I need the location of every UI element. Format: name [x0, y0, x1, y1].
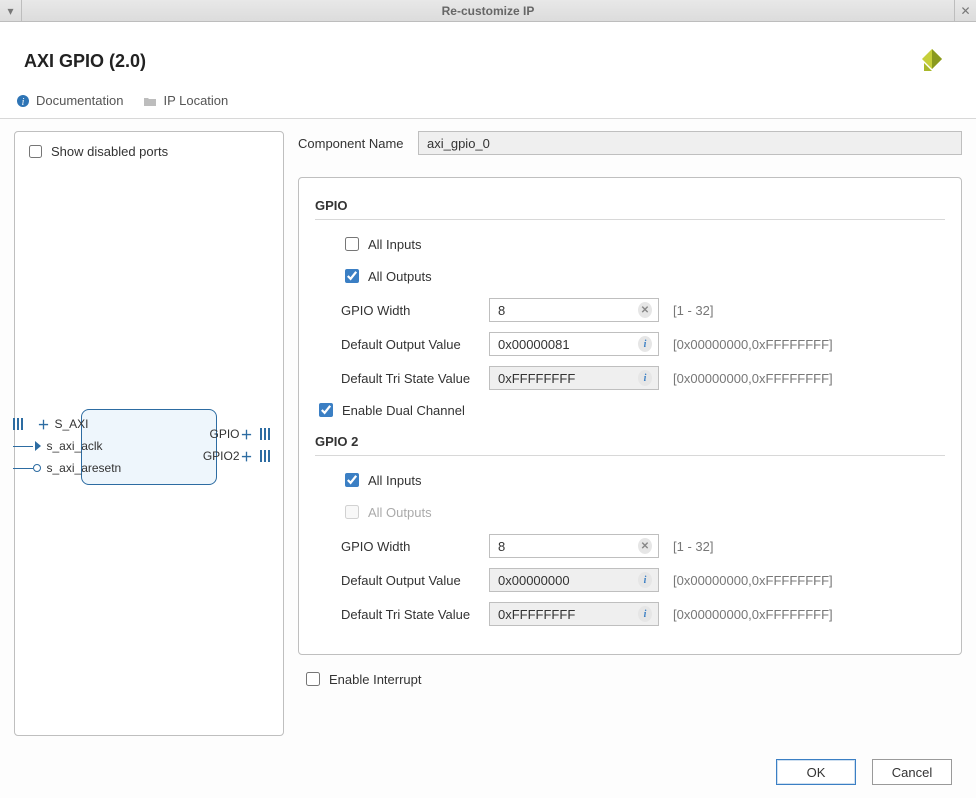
show-disabled-ports-input[interactable] — [29, 145, 42, 158]
gpio-all-inputs-checkbox[interactable]: All Inputs — [341, 234, 945, 254]
gpio-tri-label: Default Tri State Value — [341, 371, 489, 386]
clear-icon[interactable]: ✕ — [638, 302, 652, 318]
enable-dual-channel-label: Enable Dual Channel — [342, 403, 465, 418]
show-disabled-ports-label: Show disabled ports — [51, 144, 168, 159]
gpio2-dout-field[interactable]: i — [489, 568, 659, 592]
gpio2-dout-input[interactable] — [496, 572, 634, 589]
enable-interrupt-label: Enable Interrupt — [329, 672, 422, 687]
documentation-label: Documentation — [36, 93, 123, 108]
window-title: Re-customize IP — [22, 4, 954, 18]
ip-location-label: IP Location — [163, 93, 228, 108]
svg-text:i: i — [22, 97, 25, 108]
gpio-dout-label: Default Output Value — [341, 337, 489, 352]
gpio2-all-outputs-checkbox: All Outputs — [341, 502, 945, 522]
documentation-link[interactable]: i Documentation — [16, 93, 123, 108]
linkbar: i Documentation IP Location — [0, 89, 976, 119]
titlebar: ▾ Re-customize IP ✕ — [0, 0, 976, 22]
gpio-tri-input[interactable] — [496, 370, 634, 387]
gpio-tri-field[interactable]: i — [489, 366, 659, 390]
component-name-field[interactable] — [418, 131, 962, 155]
info-icon[interactable]: i — [638, 572, 652, 588]
info-icon[interactable]: i — [638, 606, 652, 622]
ok-button[interactable]: OK — [776, 759, 856, 785]
gpio-dout-hint: [0x00000000,0xFFFFFFFF] — [673, 337, 833, 352]
header: AXI GPIO (2.0) — [0, 23, 976, 89]
gpio2-width-input[interactable] — [496, 538, 634, 555]
gpio2-width-field[interactable]: ✕ — [489, 534, 659, 558]
gpio-all-outputs-input[interactable] — [345, 269, 359, 283]
gpio-width-hint: [1 - 32] — [673, 303, 713, 318]
gpio2-all-outputs-input — [345, 505, 359, 519]
gpio-dout-field[interactable]: i — [489, 332, 659, 356]
show-disabled-ports-checkbox[interactable]: Show disabled ports — [25, 142, 273, 161]
preview-panel: Show disabled ports ＋ S_AXI s_axi_aclk — [14, 131, 284, 736]
gpio2-tri-label: Default Tri State Value — [341, 607, 489, 622]
enable-interrupt-checkbox[interactable]: Enable Interrupt — [302, 669, 962, 689]
gpio-width-label: GPIO Width — [341, 303, 489, 318]
enable-dual-channel-checkbox[interactable]: Enable Dual Channel — [315, 400, 945, 420]
close-icon[interactable]: ✕ — [954, 0, 976, 22]
gpio2-all-inputs-input[interactable] — [345, 473, 359, 487]
content: Show disabled ports ＋ S_AXI s_axi_aclk — [0, 119, 976, 746]
window-menu-icon[interactable]: ▾ — [0, 0, 22, 22]
port-gpio: GPIO＋ — [170, 425, 270, 443]
footer: OK Cancel — [0, 746, 976, 798]
enable-interrupt-input[interactable] — [306, 672, 320, 686]
clear-icon[interactable]: ✕ — [638, 538, 652, 554]
gpio2-tri-row: Default Tri State Value i [0x00000000,0x… — [341, 602, 945, 626]
config-panel: Component Name GPIO All Inputs All Ou — [298, 131, 962, 736]
ip-title: AXI GPIO (2.0) — [24, 51, 146, 72]
gpio-tri-row: Default Tri State Value i [0x00000000,0x… — [341, 366, 945, 390]
component-name-input[interactable] — [425, 135, 955, 152]
gpio-all-outputs-label: All Outputs — [368, 269, 432, 284]
gpio-groups: GPIO All Inputs All Outputs GPIO Width — [298, 177, 962, 655]
gpio-all-inputs-label: All Inputs — [368, 237, 421, 252]
gpio2-tri-field[interactable]: i — [489, 602, 659, 626]
component-name-row: Component Name — [298, 131, 962, 155]
gpio-all-inputs-input[interactable] — [345, 237, 359, 251]
gpio2-all-inputs-label: All Inputs — [368, 473, 421, 488]
gpio2-width-hint: [1 - 32] — [673, 539, 713, 554]
gpio2-tri-input[interactable] — [496, 606, 634, 623]
component-name-label: Component Name — [298, 136, 418, 151]
gpio2-width-row: GPIO Width ✕ [1 - 32] — [341, 534, 945, 558]
gpio2-title: GPIO 2 — [315, 434, 945, 449]
gpio2-dout-hint: [0x00000000,0xFFFFFFFF] — [673, 573, 833, 588]
port-gpio2: GPIO2＋ — [170, 447, 270, 465]
port-aresetn: s_axi_aresetn — [13, 459, 39, 477]
window-body: AXI GPIO (2.0) i Documentation IP Locati… — [0, 22, 976, 798]
info-icon[interactable]: i — [638, 370, 652, 386]
gpio-dout-input[interactable] — [496, 336, 634, 353]
gpio2-dout-row: Default Output Value i [0x00000000,0xFFF… — [341, 568, 945, 592]
gpio-width-field[interactable]: ✕ — [489, 298, 659, 322]
ip-location-link[interactable]: IP Location — [143, 93, 228, 108]
block-diagram: ＋ S_AXI s_axi_aclk s_axi_aresetn GPIO＋ — [25, 171, 273, 725]
gpio-width-row: GPIO Width ✕ [1 - 32] — [341, 298, 945, 322]
vendor-logo — [912, 45, 952, 77]
enable-dual-channel-input[interactable] — [319, 403, 333, 417]
cancel-button[interactable]: Cancel — [872, 759, 952, 785]
gpio-dout-row: Default Output Value i [0x00000000,0xFFF… — [341, 332, 945, 356]
folder-icon — [143, 94, 157, 108]
info-icon: i — [16, 94, 30, 108]
gpio2-tri-hint: [0x00000000,0xFFFFFFFF] — [673, 607, 833, 622]
port-aclk: s_axi_aclk — [13, 437, 39, 455]
gpio-all-outputs-checkbox[interactable]: All Outputs — [341, 266, 945, 286]
gpio-width-input[interactable] — [496, 302, 634, 319]
gpio-tri-hint: [0x00000000,0xFFFFFFFF] — [673, 371, 833, 386]
gpio2-dout-label: Default Output Value — [341, 573, 489, 588]
gpio2-all-inputs-checkbox[interactable]: All Inputs — [341, 470, 945, 490]
gpio2-all-outputs-label: All Outputs — [368, 505, 432, 520]
gpio-title: GPIO — [315, 198, 945, 213]
gpio2-width-label: GPIO Width — [341, 539, 489, 554]
info-icon[interactable]: i — [638, 336, 652, 352]
